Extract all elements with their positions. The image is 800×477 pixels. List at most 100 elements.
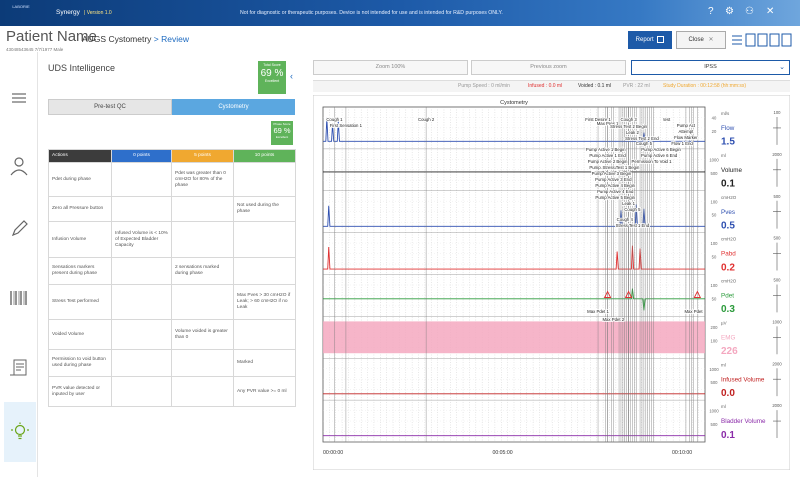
channel-name: Pdet — [721, 293, 734, 300]
status-bar: Pump Speed : 0 ml/min Infused : 0.0 ml V… — [313, 80, 790, 92]
app-name: Synergy — [56, 9, 80, 16]
breadcrumb-study[interactable]: AUGS Cystometry — [82, 34, 151, 44]
points-cell — [171, 376, 234, 407]
collapse-panel-icon[interactable]: ‹ — [290, 71, 293, 81]
user-icon[interactable]: ⚇ — [745, 7, 754, 17]
scale-mid: 1000 — [709, 367, 719, 372]
lightbulb-icon — [9, 422, 31, 444]
scale-low: 50 — [712, 213, 717, 218]
table-row: Zero all Pressure button Not used during … — [48, 196, 296, 222]
panel-title: UDS Intelligence — [48, 63, 116, 73]
channel-unit: ml — [721, 404, 726, 409]
action-cell: Pdet during phase — [48, 162, 112, 197]
channel-name: EMG — [721, 334, 735, 341]
points-cell: Infused Volume is < 10% of Expected Blad… — [111, 221, 172, 258]
channel-value: 0.1 — [721, 179, 735, 190]
action-cell: PVR value detected or inputed by user — [48, 376, 112, 407]
pump-speed: Pump Speed : 0 ml/min — [458, 83, 510, 89]
channel-name: Pabd — [721, 251, 736, 258]
zoom-100-button[interactable]: Zoom 100% — [313, 60, 468, 75]
action-cell: Sensations markers present during phase — [48, 257, 112, 285]
points-cell — [171, 284, 234, 320]
table-row: Voided Volume Volume voided is greater th… — [48, 319, 296, 350]
pencil-icon[interactable] — [8, 218, 30, 238]
table-row: Permission to void button used during ph… — [48, 349, 296, 377]
protocol-value: IPSS — [704, 64, 717, 70]
scale-low: 500 — [711, 380, 719, 385]
channel-unit: ml/s — [721, 111, 730, 116]
menu-icon[interactable] — [8, 88, 30, 108]
channel-value: 0.5 — [721, 220, 735, 231]
x-tick-label: 00:10:00 — [672, 450, 692, 456]
breadcrumb: AUGS Cystometry > Review — [82, 34, 189, 44]
scale-low: 50 — [712, 255, 717, 260]
breadcrumb-review[interactable]: Review — [161, 34, 189, 44]
layout-icons[interactable] — [730, 30, 796, 50]
event-label: Cough 4 — [617, 217, 634, 222]
points-cell: Not used during the phase — [233, 196, 296, 222]
tab-pretest-qc[interactable]: Pre-test QC — [48, 99, 172, 115]
phase-score-badge: Phase Score 69 % Excellent — [271, 121, 293, 145]
channel-name: Pves — [721, 209, 735, 216]
phase-score-value: 69 % — [273, 126, 291, 135]
breadcrumb-sep: > — [151, 34, 162, 44]
cystometry-chart[interactable]: Cystometry ml/s Flow 1.5 40 20 100 ml Volume 0.1 1… — [313, 95, 790, 470]
event-label: Stress Test 1 End — [616, 223, 650, 228]
channel-name: Volume — [721, 167, 743, 174]
points-cell: 2 sensations marked during phase — [171, 257, 234, 285]
scale-low: 50 — [712, 296, 717, 301]
table-row: Pdet during phase Pdet was greater than 0… — [48, 162, 296, 197]
event-label: Pump Active 4 Begin — [595, 183, 635, 188]
intelligence-nav[interactable] — [4, 402, 36, 462]
action-cell: Zero all Pressure button — [48, 196, 112, 222]
previous-zoom-button[interactable]: Previous zoom — [471, 60, 626, 75]
scale-mid: 100 — [711, 199, 719, 204]
action-cell: Voided Volume — [48, 319, 112, 350]
event-label: Pump Active 3 End — [595, 177, 632, 182]
event-label: Permission To Void 1 — [631, 159, 672, 164]
scale-mid: 100 — [711, 241, 719, 246]
points-cell: Pdet was greater than 0 cmH2O for 80% of… — [171, 162, 234, 197]
event-label: Cough 2 — [418, 117, 435, 122]
settings-icon[interactable]: ⚙ — [725, 7, 734, 17]
channel-unit: cmH2O — [721, 195, 737, 200]
channel-value: 0.0 — [721, 388, 735, 399]
close-icon[interactable]: ✕ — [766, 7, 774, 17]
barcode-icon[interactable] — [8, 288, 30, 308]
points-cell: Volume voided is greater than 0 — [171, 319, 234, 350]
event-label: Max Pdet 1 — [587, 309, 609, 314]
sidebar — [0, 52, 38, 477]
scale-mid: 200 — [711, 325, 719, 330]
report-icon[interactable] — [8, 358, 30, 378]
col-header-0-points: 0 points — [111, 149, 172, 163]
protocol-select[interactable]: IPSS ⌄ — [631, 60, 790, 75]
scale-mid: 1000 — [709, 409, 719, 414]
report-button[interactable]: Report — [628, 31, 672, 49]
scale-mid: 100 — [711, 283, 719, 288]
scale-top: 500 — [774, 278, 782, 283]
channel-value: 0.3 — [721, 304, 735, 315]
chevron-down-icon: ⌄ — [779, 64, 785, 71]
channel-unit: ml — [721, 362, 726, 367]
laborie-logo: LABORIE — [12, 4, 30, 9]
scale-top: 500 — [774, 236, 782, 241]
channel-value: 0.1 — [721, 430, 735, 441]
person-icon[interactable] — [8, 156, 30, 176]
event-label: Pump Active 6 Begin — [641, 147, 681, 152]
points-cell — [111, 319, 172, 350]
scale-low: 20 — [712, 129, 717, 134]
tab-cystometry[interactable]: Cystometry — [172, 99, 295, 115]
close-study-button[interactable]: Close ✕ — [676, 31, 726, 49]
phase-score-status: Excellent — [275, 135, 289, 139]
help-icon[interactable]: ? — [708, 7, 714, 17]
points-cell — [111, 376, 172, 407]
channel-unit: ml — [721, 153, 726, 158]
event-label: Pump Act — [677, 123, 696, 128]
event-label: Pump Active 1 Begin — [586, 147, 626, 152]
channel-unit: µV — [721, 320, 727, 325]
voided-volume-status: Voided : 0.1 ml — [578, 83, 612, 89]
points-cell — [233, 319, 296, 350]
scale-mid: 1000 — [709, 157, 719, 162]
event-label: Flow 1 End — [671, 141, 693, 146]
channel-name: Infused Volume — [721, 376, 765, 383]
